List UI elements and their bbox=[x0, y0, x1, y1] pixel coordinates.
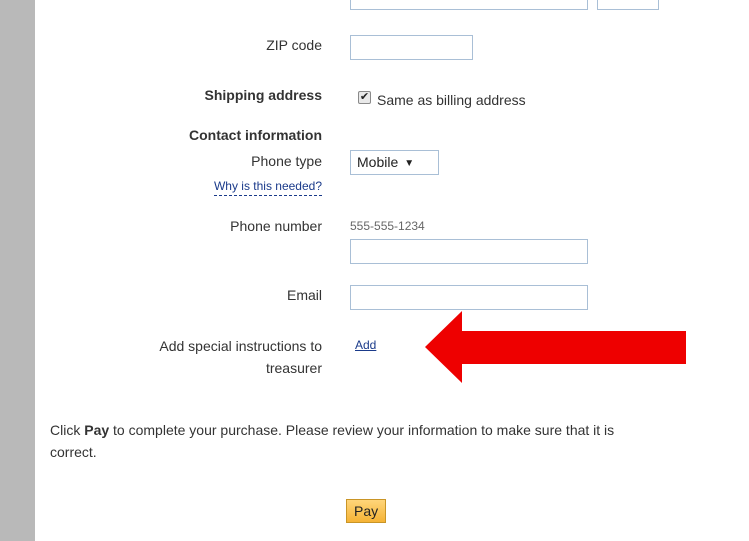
left-gray-bar bbox=[0, 0, 35, 541]
footer-text-bold: Pay bbox=[84, 422, 110, 438]
phone-type-select[interactable]: Mobile ▼ bbox=[350, 150, 439, 175]
phone-type-selected: Mobile bbox=[357, 154, 399, 170]
previous-field-input-2[interactable] bbox=[597, 0, 659, 10]
special-instructions-line1: Add special instructions to bbox=[159, 338, 322, 354]
footer-text-after: to complete your purchase. Please review… bbox=[109, 422, 615, 438]
footer-text-line2: correct. bbox=[50, 444, 97, 460]
footer-text-before: Click bbox=[50, 422, 85, 438]
red-arrow-annotation bbox=[425, 311, 686, 383]
zip-code-label: ZIP code bbox=[266, 37, 322, 53]
phone-number-example: 555-555-1234 bbox=[350, 219, 425, 233]
why-needed-container: Why is this needed? bbox=[22, 177, 322, 196]
add-instructions-link[interactable]: Add bbox=[355, 338, 376, 352]
phone-number-label: Phone number bbox=[230, 218, 322, 234]
shipping-address-label: Shipping address bbox=[204, 87, 322, 103]
email-label: Email bbox=[286, 287, 322, 303]
previous-field-input[interactable] bbox=[350, 0, 588, 10]
email-input[interactable] bbox=[350, 285, 588, 310]
pay-button[interactable]: Pay bbox=[346, 499, 387, 523]
zip-code-input[interactable] bbox=[350, 35, 473, 60]
phone-type-label: Phone type bbox=[251, 153, 322, 169]
phone-number-input[interactable] bbox=[350, 239, 588, 264]
same-as-billing-checkbox[interactable]: ✔ bbox=[358, 91, 371, 104]
special-instructions-line2: treasurer bbox=[265, 360, 322, 376]
contact-information-heading: Contact information bbox=[189, 127, 322, 143]
dropdown-arrow-icon: ▼ bbox=[404, 158, 415, 169]
special-instructions-label: Add special instructions to treasurer bbox=[22, 335, 322, 379]
why-is-this-needed-link[interactable]: Why is this needed? bbox=[213, 179, 322, 196]
purchase-instructions-text: Click Pay to complete your purchase. Ple… bbox=[50, 419, 749, 463]
same-as-billing-label[interactable]: Same as billing address bbox=[377, 92, 526, 108]
